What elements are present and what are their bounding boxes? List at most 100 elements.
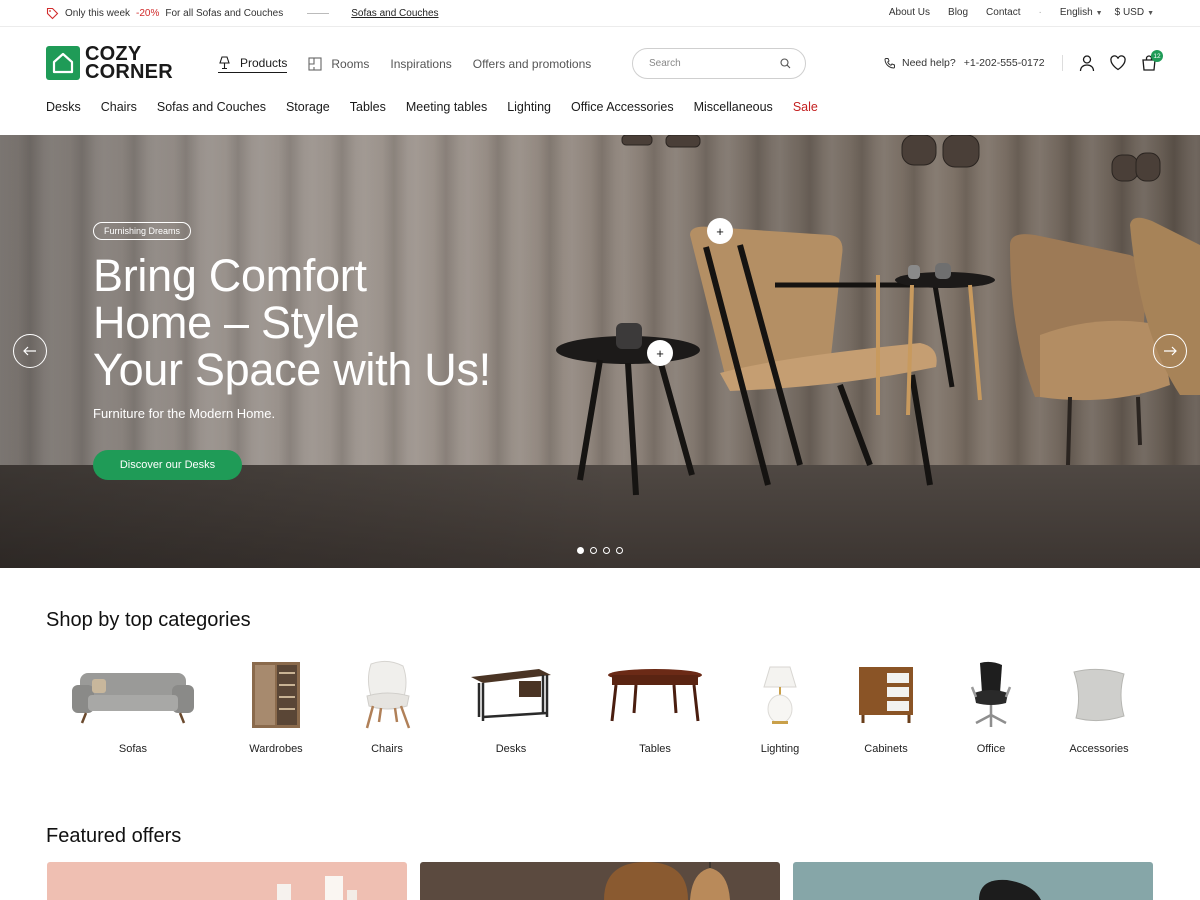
cart-button[interactable]: 12 — [1140, 50, 1163, 72]
promo-discount: -20% — [136, 8, 160, 19]
desk-image — [441, 655, 581, 735]
carousel-dot[interactable] — [616, 547, 623, 554]
logo[interactable]: COZY CORNER — [46, 44, 173, 83]
currency-label: $ USD — [1114, 7, 1145, 18]
main-nav: Products Rooms Inspirations Offers and p… — [218, 54, 612, 73]
chair-image — [317, 655, 457, 735]
carousel-dot[interactable] — [590, 547, 597, 554]
category-label: Desks — [495, 743, 527, 755]
product-hotspot-plus-icon[interactable]: + — [707, 218, 733, 244]
arrow-left-icon — [23, 346, 36, 356]
nav-rooms[interactable]: Rooms — [308, 54, 369, 73]
lamp-icon — [219, 56, 230, 70]
hero-title-line-1: Bring Comfort — [93, 250, 367, 301]
nav-inspirations[interactable]: Inspirations — [390, 54, 451, 73]
cat-nav-lighting[interactable]: Lighting — [507, 100, 551, 114]
promo-link[interactable]: Sofas and Couches — [351, 8, 438, 19]
help-label: Need help? — [902, 57, 956, 69]
cat-nav-miscellaneous[interactable]: Miscellaneous — [694, 100, 773, 114]
cat-nav-desks[interactable]: Desks — [46, 100, 81, 114]
search-icon[interactable] — [780, 58, 791, 69]
cat-nav-sofas[interactable]: Sofas and Couches — [157, 100, 266, 114]
hero-badge: Furnishing Dreams — [93, 222, 192, 240]
promo-message: Only this week -20% For all Sofas and Co… — [46, 7, 439, 20]
table-image — [585, 655, 725, 735]
category-label: Accessories — [1069, 743, 1129, 755]
hero-title: Bring Comfort Home – Style Your Space wi… — [93, 252, 563, 393]
category-nav: Desks Chairs Sofas and Couches Storage T… — [46, 100, 838, 114]
cat-nav-chairs[interactable]: Chairs — [101, 100, 137, 114]
chevron-down-icon: ▼ — [1147, 10, 1154, 17]
category-tables[interactable]: Tables — [585, 655, 725, 755]
utility-links: About Us Blog Contact · English ▼ $ USD ▼ — [871, 7, 1154, 18]
hero-title-line-2: Home – Style — [93, 297, 360, 348]
offer-image — [604, 862, 730, 900]
cat-nav-storage[interactable]: Storage — [286, 100, 330, 114]
house-logo-icon — [46, 46, 80, 80]
chevron-down-icon: ▼ — [1095, 10, 1103, 17]
sofa-image — [63, 655, 203, 735]
cat-nav-tables[interactable]: Tables — [350, 100, 386, 114]
nav-rooms-label: Rooms — [331, 56, 370, 71]
category-sofas[interactable]: Sofas — [63, 655, 203, 755]
hero-subtitle: Furniture for the Modern Home. — [93, 406, 276, 421]
carousel-dot[interactable] — [603, 547, 610, 554]
search-input[interactable] — [649, 58, 759, 69]
category-label: Tables — [639, 743, 671, 755]
floorplan-icon — [308, 56, 322, 71]
pillow-image — [1029, 655, 1169, 735]
tag-icon — [46, 7, 59, 20]
hero-title-line-3: Your Space with Us! — [93, 344, 491, 395]
heart-icon[interactable] — [1109, 54, 1127, 72]
featured-offers-title: Featured offers — [46, 825, 182, 847]
user-icon[interactable] — [1078, 54, 1096, 72]
offer-image — [979, 879, 1041, 900]
phone-icon — [884, 58, 895, 69]
language-selector[interactable]: English ▼ — [1060, 7, 1103, 18]
cat-nav-sale[interactable]: Sale — [793, 100, 818, 114]
top-categories-title: Shop by top categories — [46, 609, 251, 631]
category-desks[interactable]: Desks — [441, 655, 581, 755]
currency-selector[interactable]: $ USD ▼ — [1115, 7, 1154, 18]
cat-nav-office-accessories[interactable]: Office Accessories — [571, 100, 674, 114]
header-actions: 12 — [1078, 50, 1163, 72]
promo-text: For all Sofas and Couches — [165, 8, 284, 19]
language-label: English — [1059, 7, 1093, 18]
hero-banner: Furnishing Dreams Bring Comfort Home – S… — [0, 135, 1200, 568]
carousel-prev-button[interactable] — [13, 334, 47, 368]
category-chairs[interactable]: Chairs — [317, 655, 457, 755]
blog-link[interactable]: Blog — [948, 7, 968, 18]
arrow-right-icon — [307, 13, 330, 14]
help-contact: Need help? +1-202-555-0172 — [884, 57, 1045, 69]
nav-offers[interactable]: Offers and promotions — [473, 54, 592, 73]
logo-text: COZY CORNER — [85, 44, 173, 83]
nav-inspirations-label: Inspirations — [390, 56, 452, 71]
category-accessories[interactable]: Accessories — [1029, 655, 1169, 755]
help-phone[interactable]: +1-202-555-0172 — [964, 57, 1045, 69]
search-box — [632, 48, 806, 79]
promo-prefix: Only this week — [65, 8, 131, 19]
hero-furniture-image — [556, 135, 1200, 496]
cat-nav-meeting-tables[interactable]: Meeting tables — [406, 100, 487, 114]
carousel-dots — [577, 547, 623, 554]
logo-line-2: CORNER — [85, 61, 173, 83]
header-divider — [1062, 55, 1063, 71]
offer-card[interactable] — [47, 862, 407, 900]
offer-card[interactable] — [793, 862, 1153, 900]
about-us-link[interactable]: About Us — [889, 7, 930, 18]
carousel-dot[interactable] — [577, 547, 584, 554]
product-hotspot-plus-icon[interactable]: + — [647, 340, 673, 366]
cart-count-badge: 12 — [1151, 50, 1163, 62]
nav-products[interactable]: Products — [218, 54, 288, 73]
offer-card[interactable] — [420, 862, 780, 900]
arrow-right-icon — [1164, 346, 1177, 356]
discover-desks-button[interactable]: Discover our Desks — [93, 450, 242, 480]
contact-link[interactable]: Contact — [986, 7, 1020, 18]
offer-image — [277, 876, 357, 900]
carousel-next-button[interactable] — [1153, 334, 1187, 368]
nav-products-label: Products — [240, 56, 288, 70]
separator-dot: · — [1038, 7, 1042, 18]
category-label: Sofas — [118, 743, 148, 755]
nav-offers-label: Offers and promotions — [472, 56, 592, 71]
category-label: Chairs — [371, 743, 403, 755]
